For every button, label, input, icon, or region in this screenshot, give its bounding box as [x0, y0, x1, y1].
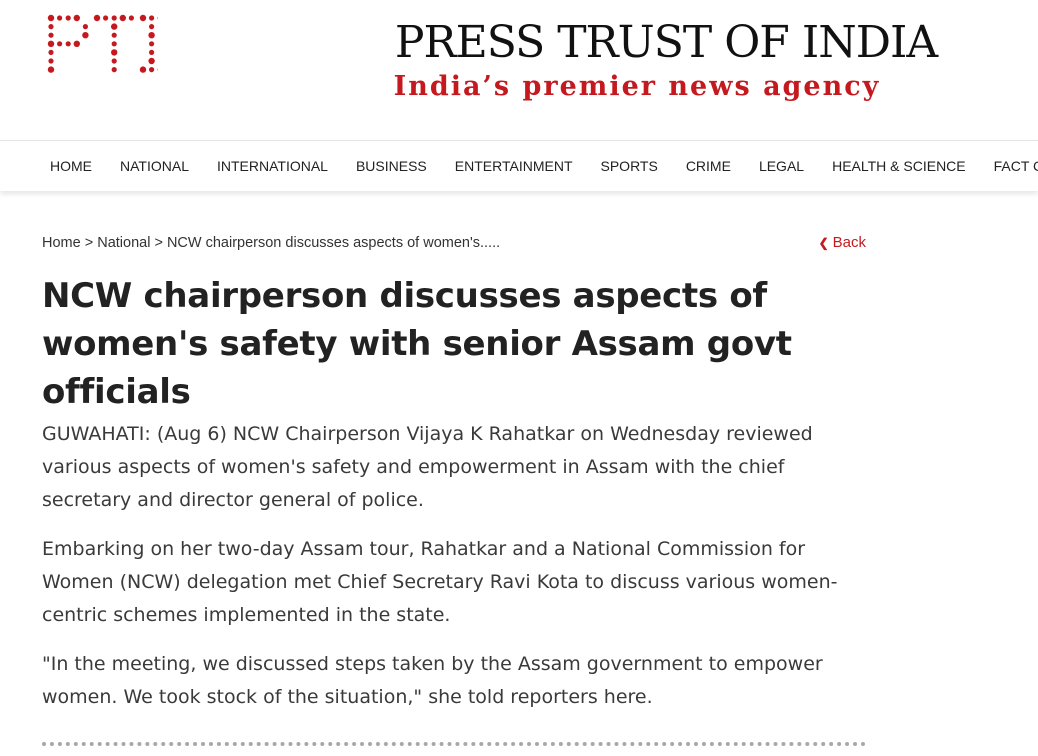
pti-logo[interactable]: [46, 12, 163, 78]
breadcrumb-current: NCW chairperson discusses aspects of wom…: [166, 235, 501, 251]
site-tagline: India’s premier news agency: [393, 71, 881, 102]
nav-list: HOME NATIONAL INTERNATIONAL BUSINESS ENT…: [0, 141, 1038, 191]
nav-item-international[interactable]: INTERNATIONAL: [203, 158, 342, 174]
breadcrumb: Home > National > NCW chairperson discus…: [42, 228, 866, 258]
back-label: Back: [832, 234, 866, 251]
article-paragraph: "In the meeting, we discussed steps take…: [42, 653, 823, 708]
article-paragraph: Embarking on her two-day Assam tour, Rah…: [42, 538, 838, 626]
nav-item-entertainment[interactable]: ENTERTAINMENT: [441, 158, 587, 174]
nav-item-legal[interactable]: LEGAL: [745, 158, 818, 174]
nav-item-fact-check[interactable]: FACT CHECK: [980, 158, 1038, 174]
nav-item-sports[interactable]: SPORTS: [587, 158, 672, 174]
nav-item-health-science[interactable]: HEALTH & SCIENCE: [818, 158, 980, 174]
nav-item-home[interactable]: HOME: [36, 158, 106, 174]
back-button[interactable]: ❮ Back: [819, 228, 866, 258]
breadcrumb-home-link[interactable]: Home: [42, 235, 81, 251]
breadcrumb-separator: >: [150, 235, 167, 251]
site-header: PRESS TRUST OF INDIA India’s premier new…: [0, 0, 1038, 138]
nav-item-crime[interactable]: CRIME: [672, 158, 745, 174]
section-divider: [42, 742, 866, 746]
site-title: PRESS TRUST OF INDIA: [394, 17, 938, 68]
article-paragraph: GUWAHATI: (Aug 6) NCW Chairperson Vijaya…: [42, 423, 813, 511]
breadcrumb-separator: >: [80, 235, 98, 251]
breadcrumb-row: Home > National > NCW chairperson discus…: [42, 228, 866, 258]
breadcrumb-national-link[interactable]: National: [97, 235, 150, 251]
nav-item-national[interactable]: NATIONAL: [106, 158, 203, 174]
masthead: PRESS TRUST OF INDIA India’s premier new…: [362, 18, 982, 104]
article-container: Home > National > NCW chairperson discus…: [42, 228, 866, 730]
chevron-left-icon: ❮: [818, 236, 829, 250]
main-navigation: HOME NATIONAL INTERNATIONAL BUSINESS ENT…: [0, 140, 1038, 191]
article-headline: NCW chairperson discusses aspects of wom…: [42, 276, 792, 412]
pti-logo-icon: [47, 14, 163, 73]
nav-item-business[interactable]: BUSINESS: [342, 158, 441, 174]
